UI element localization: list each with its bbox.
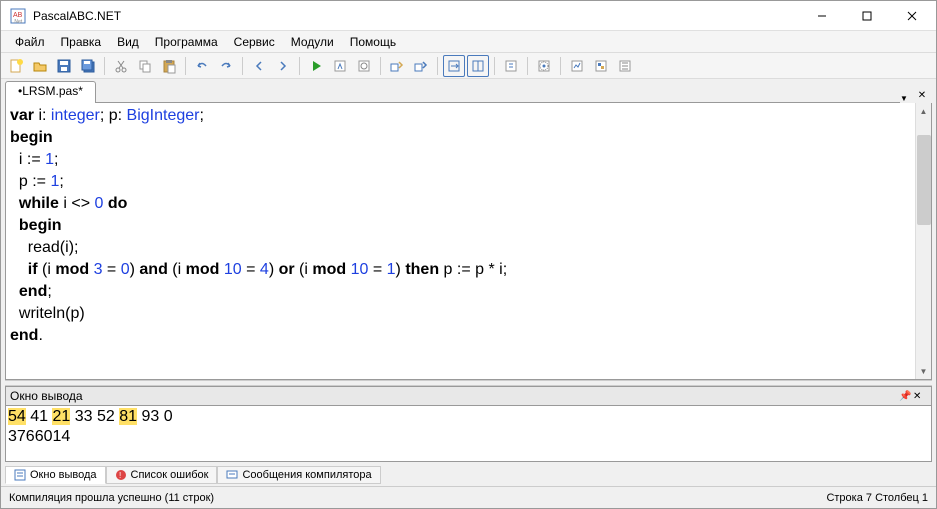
- tool-d-icon[interactable]: [590, 55, 612, 77]
- scroll-up-icon[interactable]: ▲: [916, 103, 931, 119]
- separator: [437, 57, 438, 75]
- status-cursor: Строка 7 Столбец 1: [826, 492, 928, 504]
- copy-icon[interactable]: [134, 55, 156, 77]
- maximize-button[interactable]: [844, 2, 889, 30]
- tool-c-icon[interactable]: [566, 55, 588, 77]
- tab-close-icon[interactable]: ✕: [914, 87, 930, 103]
- tabs-dropdown-icon[interactable]: ▼: [900, 94, 912, 103]
- nav-back-icon[interactable]: [248, 55, 270, 77]
- tab-errors[interactable]: ! Список ошибок: [106, 466, 218, 484]
- save-icon[interactable]: [53, 55, 75, 77]
- separator: [494, 57, 495, 75]
- editor-scrollbar[interactable]: ▲ ▼: [915, 103, 931, 379]
- output-tab-icon: [14, 469, 26, 481]
- run-icon[interactable]: [305, 55, 327, 77]
- output-area[interactable]: 54 41 21 33 52 81 93 0 3766014: [5, 406, 932, 462]
- menu-file[interactable]: Файл: [7, 33, 53, 51]
- menu-help[interactable]: Помощь: [342, 33, 404, 51]
- separator: [242, 57, 243, 75]
- toolbar: [1, 53, 936, 79]
- undo-icon[interactable]: [191, 55, 213, 77]
- app-icon: AB.Net: [9, 7, 27, 25]
- editor-tab-row: •LRSM.pas* ▼ ✕: [1, 79, 936, 103]
- separator: [104, 57, 105, 75]
- compile-icon[interactable]: [329, 55, 351, 77]
- output-panel-title: Окно вывода: [10, 389, 83, 403]
- menu-view[interactable]: Вид: [109, 33, 147, 51]
- file-tab[interactable]: •LRSM.pas*: [5, 81, 96, 103]
- paste-icon[interactable]: [158, 55, 180, 77]
- status-left: Компиляция прошла успешно (11 строк): [9, 492, 214, 504]
- step-into-icon[interactable]: [410, 55, 432, 77]
- step-over-icon[interactable]: [386, 55, 408, 77]
- separator: [527, 57, 528, 75]
- redo-icon[interactable]: [215, 55, 237, 77]
- svg-text:AB: AB: [13, 12, 23, 19]
- tool-e-icon[interactable]: [614, 55, 636, 77]
- messages-tab-icon: [226, 469, 238, 481]
- cut-icon[interactable]: [110, 55, 132, 77]
- close-button[interactable]: [889, 2, 934, 30]
- separator: [560, 57, 561, 75]
- scroll-down-icon[interactable]: ▼: [916, 363, 931, 379]
- menu-service[interactable]: Сервис: [226, 33, 283, 51]
- tab-output[interactable]: Окно вывода: [5, 466, 106, 484]
- title-bar: AB.Net PascalABC.NET: [1, 1, 936, 31]
- minimize-button[interactable]: [799, 2, 844, 30]
- new-file-icon[interactable]: [5, 55, 27, 77]
- menu-program[interactable]: Программа: [147, 33, 226, 51]
- nav-forward-icon[interactable]: [272, 55, 294, 77]
- toggle2-icon[interactable]: [467, 55, 489, 77]
- menu-modules[interactable]: Модули: [283, 33, 342, 51]
- svg-text:.Net: .Net: [13, 19, 23, 24]
- errors-tab-icon: !: [115, 469, 127, 481]
- bottom-tab-row: Окно вывода ! Список ошибок Сообщения ко…: [5, 464, 932, 486]
- toggle1-icon[interactable]: [443, 55, 465, 77]
- panel-close-icon[interactable]: ✕: [913, 391, 927, 402]
- menu-edit[interactable]: Правка: [53, 33, 110, 51]
- svg-text:!: !: [119, 471, 121, 480]
- separator: [185, 57, 186, 75]
- separator: [380, 57, 381, 75]
- window-title: PascalABC.NET: [33, 9, 799, 23]
- tool-a-icon[interactable]: [500, 55, 522, 77]
- tab-compiler-messages[interactable]: Сообщения компилятора: [217, 466, 380, 484]
- menu-bar: Файл Правка Вид Программа Сервис Модули …: [1, 31, 936, 53]
- open-file-icon[interactable]: [29, 55, 51, 77]
- separator: [299, 57, 300, 75]
- pin-icon[interactable]: 📌: [899, 391, 913, 402]
- code-editor[interactable]: var i: integer; p: BigInteger; begin i :…: [5, 103, 932, 380]
- tool-b-icon[interactable]: [533, 55, 555, 77]
- build-icon[interactable]: [353, 55, 375, 77]
- status-bar: Компиляция прошла успешно (11 строк) Стр…: [1, 486, 936, 508]
- output-panel-header: Окно вывода 📌 ✕: [5, 386, 932, 406]
- scroll-thumb[interactable]: [917, 135, 931, 225]
- save-all-icon[interactable]: [77, 55, 99, 77]
